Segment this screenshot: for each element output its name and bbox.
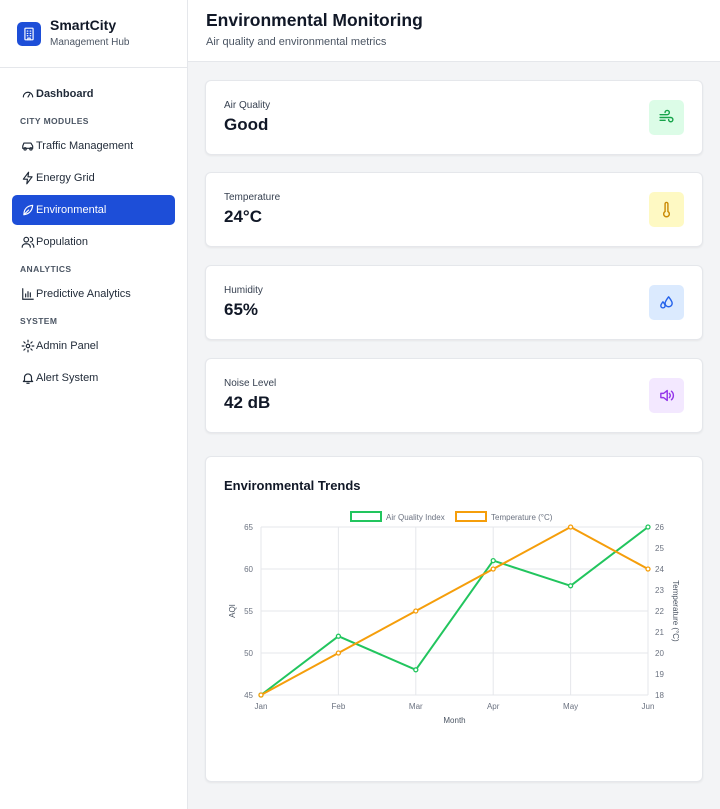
y2-tick-label: 19 [655, 670, 664, 679]
brand-subtitle: Management Hub [50, 37, 130, 48]
y2-tick-label: 24 [655, 565, 664, 574]
page-title: Environmental Monitoring [206, 10, 423, 30]
y-tick-label: 55 [244, 607, 253, 616]
y-tick-label: 45 [244, 691, 253, 700]
data-point [490, 557, 496, 564]
sidebar-nav: Dashboard CITY MODULES Traffic Managemen… [0, 68, 187, 393]
legend-label: Temperature (°C) [491, 513, 553, 522]
data-point [258, 692, 264, 698]
leaf-icon [23, 204, 34, 216]
y2-tick-label: 20 [655, 649, 664, 658]
bar-chart-icon [22, 288, 34, 300]
metric-label: Humidity [224, 285, 263, 296]
temperature-card: Temperature 24°C [205, 172, 703, 247]
y2-tick-label: 21 [655, 628, 664, 637]
y-tick-label: 50 [244, 649, 253, 658]
data-point [645, 524, 651, 530]
section-label-analytics: ANALYTICS [20, 264, 72, 274]
sidebar-item-label: Alert System [36, 372, 99, 384]
y-tick-label: 65 [244, 523, 253, 532]
y2-axis-title: Temperature (°C) [671, 580, 680, 642]
wind-icon [649, 100, 684, 135]
humidity-card: Humidity 65% [205, 265, 703, 340]
y-axis-title: AQI [228, 604, 237, 618]
sidebar-item-label: Energy Grid [36, 172, 95, 184]
metric-value: Good [224, 115, 269, 134]
x-tick-label: Feb [332, 702, 346, 711]
metric-label: Noise Level [224, 378, 277, 389]
sidebar-item-label: Predictive Analytics [36, 288, 131, 300]
page-subtitle: Air quality and environmental metrics [206, 36, 387, 48]
y2-tick-label: 22 [655, 607, 664, 616]
sidebar-item-environmental[interactable]: Environmental [12, 195, 175, 225]
sidebar-item-alert-system[interactable]: Alert System [12, 363, 175, 393]
data-point [645, 566, 651, 572]
x-tick-label: Jan [255, 702, 268, 711]
y-tick-label: 60 [244, 565, 253, 574]
users-icon [21, 236, 35, 248]
y2-tick-label: 18 [655, 691, 664, 700]
legend-swatch [455, 511, 487, 522]
y2-tick-label: 26 [655, 523, 664, 532]
data-point [567, 524, 574, 530]
bell-icon [22, 373, 34, 384]
air-quality-card: Air Quality Good [205, 80, 703, 155]
data-point [335, 650, 342, 656]
page-header: Environmental Monitoring Air quality and… [188, 0, 720, 62]
y2-tick-label: 23 [655, 586, 664, 595]
legend-label: Air Quality Index [386, 513, 445, 522]
sidebar-item-population[interactable]: Population [12, 227, 175, 257]
x-axis-title: Month [443, 716, 465, 725]
metric-value: 42 dB [224, 393, 271, 412]
building-icon [17, 21, 41, 46]
sidebar-item-energy-grid[interactable]: Energy Grid [12, 163, 175, 193]
speaker-icon [649, 378, 684, 413]
environmental-trends-chart: 45 50 55 60 65 18 19 20 21 22 23 24 25 26 Jan Feb Mar Apr… [228, 511, 680, 725]
car-icon [22, 142, 34, 151]
thermometer-icon [649, 192, 684, 227]
noise-level-card: Noise Level 42 dB [205, 358, 703, 433]
y2-tick-label: 25 [655, 544, 664, 553]
metric-label: Air Quality [224, 100, 271, 111]
data-point [413, 608, 419, 614]
x-tick-label: Jun [642, 702, 655, 711]
x-tick-label: Mar [409, 702, 423, 711]
section-label-system: SYSTEM [20, 316, 58, 326]
sidebar: SmartCity Management Hub Dashboard CITY … [0, 0, 188, 809]
lightning-icon [22, 171, 33, 185]
sidebar-item-label: Admin Panel [36, 340, 99, 352]
metric-value: 24°C [224, 207, 262, 226]
gauge-icon [22, 91, 34, 98]
section-label-city-modules: CITY MODULES [20, 116, 89, 126]
sidebar-item-label: Population [36, 236, 88, 248]
droplets-icon [649, 285, 684, 320]
sidebar-item-dashboard[interactable]: Dashboard [12, 79, 175, 109]
sidebar-item-admin-panel[interactable]: Admin Panel [12, 331, 175, 361]
metric-value: 65% [224, 300, 259, 319]
metric-label: Temperature [224, 192, 281, 203]
data-point [335, 633, 342, 639]
brand-name: SmartCity [50, 17, 117, 33]
sidebar-item-traffic-management[interactable]: Traffic Management [12, 131, 175, 161]
brand: SmartCity Management Hub [0, 0, 187, 68]
x-tick-label: May [563, 702, 578, 711]
data-point [413, 667, 419, 673]
sidebar-item-label: Dashboard [36, 88, 94, 100]
gear-icon [21, 339, 35, 353]
data-point [567, 583, 574, 589]
x-tick-label: Apr [487, 702, 500, 711]
sidebar-item-label: Environmental [36, 204, 107, 216]
sidebar-item-label: Traffic Management [36, 140, 134, 152]
sidebar-item-predictive-analytics[interactable]: Predictive Analytics [12, 279, 175, 309]
legend-swatch [350, 511, 382, 522]
environmental-trends-card: Environmental Trends 45 50 55 60 65 18 19 20 21 2… [205, 456, 703, 782]
data-point [490, 566, 496, 572]
